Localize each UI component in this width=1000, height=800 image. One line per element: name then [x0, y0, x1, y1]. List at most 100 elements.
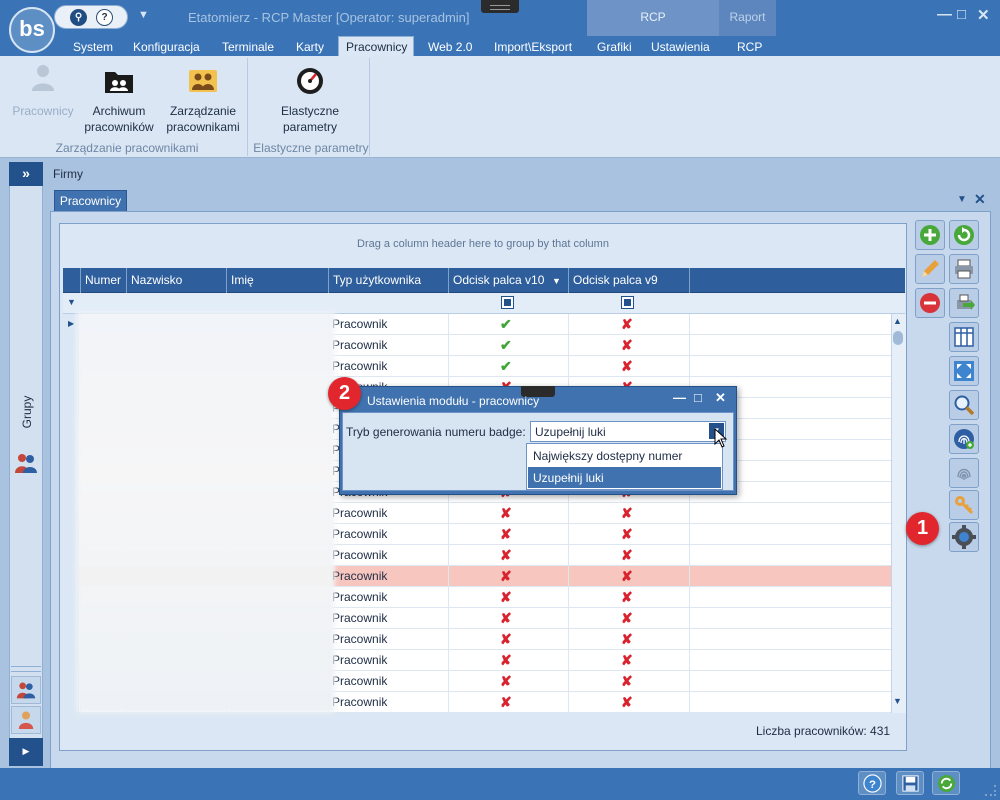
fit-button[interactable] [949, 356, 979, 386]
header-typ-uzytkownika[interactable]: Typ użytkownika [328, 268, 448, 293]
cross-icon: ✘ [621, 316, 633, 332]
cross-icon: ✘ [500, 547, 512, 563]
check-icon: ✔ [500, 358, 512, 374]
menu-system[interactable]: System [73, 40, 113, 54]
menu-terminale[interactable]: Terminale [222, 40, 274, 54]
delete-button[interactable] [915, 288, 945, 318]
maximize-icon[interactable]: □ [957, 6, 966, 23]
save-icon [902, 775, 919, 792]
edit-button[interactable] [915, 254, 945, 284]
ribbon-btn-archiwum[interactable]: Archiwum pracowników [80, 62, 158, 138]
cross-icon: ✘ [500, 673, 512, 689]
group-panel-hint[interactable]: Drag a column header here to group by th… [60, 238, 906, 250]
filter-icon[interactable]: ▼ [67, 297, 76, 307]
cross-icon: ✘ [500, 526, 512, 542]
ribbon-btn-elastyczne[interactable]: Elastyczne parametry [252, 62, 368, 138]
resize-grip[interactable] [985, 785, 996, 796]
minimize-icon[interactable]: — [937, 6, 952, 23]
panel-splitter[interactable] [11, 666, 41, 672]
save-button[interactable] [896, 771, 924, 795]
filter-checkbox-v9[interactable] [621, 296, 634, 309]
cell-typ-uzytkownika: Pracownik [332, 611, 388, 625]
help-icon[interactable]: ? [96, 9, 113, 26]
ribbon-btn-label-1: Elastyczne [280, 104, 340, 118]
header-nazwisko[interactable]: Nazwisko [126, 268, 226, 293]
fingerprint-button[interactable] [949, 458, 979, 488]
menu-karty[interactable]: Karty [296, 40, 324, 54]
context-group-raport-label: Raport [729, 10, 766, 24]
ribbon-btn-label: Pracownicy [12, 104, 74, 118]
header-imie[interactable]: Imię [226, 268, 328, 293]
sync-button[interactable] [932, 771, 960, 795]
ribbon-btn-pracownicy[interactable]: Pracownicy [6, 62, 80, 138]
settings-button[interactable] [949, 522, 979, 552]
dropdown-option-uzupelnij[interactable]: Uzupełnij luki [533, 471, 604, 485]
ribbon-btn-zarzadzanie[interactable]: Zarządzanie pracownikami [162, 62, 244, 138]
tab-close-icon[interactable]: ✕ [974, 191, 986, 208]
breadcrumb-firmy[interactable]: Firmy [53, 167, 83, 181]
svg-text:?: ? [869, 779, 876, 791]
menu-grafiki[interactable]: Grafiki [597, 40, 632, 54]
scrollbar-thumb[interactable] [893, 331, 903, 345]
vertical-scrollbar[interactable] [891, 314, 906, 713]
cell-typ-uzytkownika: Pracownik [332, 569, 388, 583]
ribbon-btn-label-1: Zarządzanie [169, 104, 237, 118]
panel-btn-person[interactable] [11, 706, 41, 734]
cross-icon: ✘ [621, 589, 633, 605]
add-icon [920, 225, 940, 245]
cross-icon: ✘ [500, 505, 512, 521]
refresh-button[interactable] [949, 220, 979, 250]
ribbon-group-label: Zarządzanie pracownikami [55, 141, 199, 155]
add-button[interactable] [915, 220, 945, 250]
gauge-icon [297, 68, 323, 94]
cell-typ-uzytkownika: Pracownik [332, 506, 388, 520]
menu-ustawienia[interactable]: Ustawienia [651, 40, 710, 54]
annotation-badge-1: 1 [906, 512, 939, 545]
header-numer[interactable]: Numer [80, 268, 126, 293]
search-button[interactable] [949, 390, 979, 420]
header-odcisk-v9[interactable]: Odcisk palca v9 [568, 268, 689, 293]
dropdown-option-najwiekszy[interactable]: Największy dostępny numer [533, 449, 682, 463]
menu-rcp[interactable]: RCP [737, 40, 762, 54]
groups-panel-label[interactable]: Grupy [20, 392, 34, 432]
column-divider [448, 314, 449, 713]
filter-checkbox-v10[interactable] [501, 296, 514, 309]
fingerprint-add-icon [954, 429, 974, 449]
cross-icon: ✘ [621, 526, 633, 542]
print-button[interactable] [949, 254, 979, 284]
panel-btn-groups[interactable] [11, 676, 41, 704]
help-button[interactable]: ? [858, 771, 886, 795]
app-logo[interactable]: bs [9, 7, 55, 53]
tab-list-icon[interactable]: ▼ [957, 194, 967, 205]
columns-button[interactable] [949, 322, 979, 352]
panel-nav-button[interactable]: ▶ [9, 738, 43, 766]
cross-icon: ✘ [621, 358, 633, 374]
dialog-close-icon[interactable]: ✕ [715, 390, 726, 406]
menu-pracownicy[interactable]: Pracownicy [346, 40, 407, 54]
menu-web20[interactable]: Web 2.0 [428, 40, 472, 54]
expand-panel-button[interactable]: » [9, 162, 43, 186]
window-drag-grip[interactable] [481, 0, 519, 13]
menu-import-eksport[interactable]: Import\Eksport [494, 40, 572, 54]
export-button[interactable] [949, 288, 979, 318]
dialog-maximize-icon[interactable]: □ [694, 390, 702, 405]
quick-access-customize-icon[interactable]: ▼ [138, 9, 149, 21]
search-icon[interactable]: ⚲ [70, 9, 87, 26]
sort-dropdown-icon[interactable]: ▼ [552, 276, 561, 286]
scroll-up-icon[interactable]: ▲ [893, 316, 902, 326]
search-icon [954, 395, 975, 416]
close-icon[interactable]: ✕ [977, 6, 990, 24]
cell-typ-uzytkownika: Pracownik [332, 653, 388, 667]
menu-konfiguracja[interactable]: Konfiguracja [133, 40, 200, 54]
help-icon: ? [863, 774, 882, 793]
people-management-icon [189, 70, 217, 92]
add-fingerprint-button[interactable] [949, 424, 979, 454]
context-group-rcp-label: RCP [640, 10, 666, 24]
dialog-title: Ustawienia modułu - pracownicy [367, 394, 540, 408]
check-icon: ✔ [500, 316, 512, 332]
tab-pracownicy[interactable]: Pracownicy [54, 190, 127, 212]
scroll-down-icon[interactable]: ▼ [893, 696, 902, 706]
key-button[interactable] [949, 490, 979, 520]
dialog-minimize-icon[interactable]: — [673, 390, 686, 405]
header-odcisk-v10[interactable]: Odcisk palca v10 [448, 268, 568, 293]
